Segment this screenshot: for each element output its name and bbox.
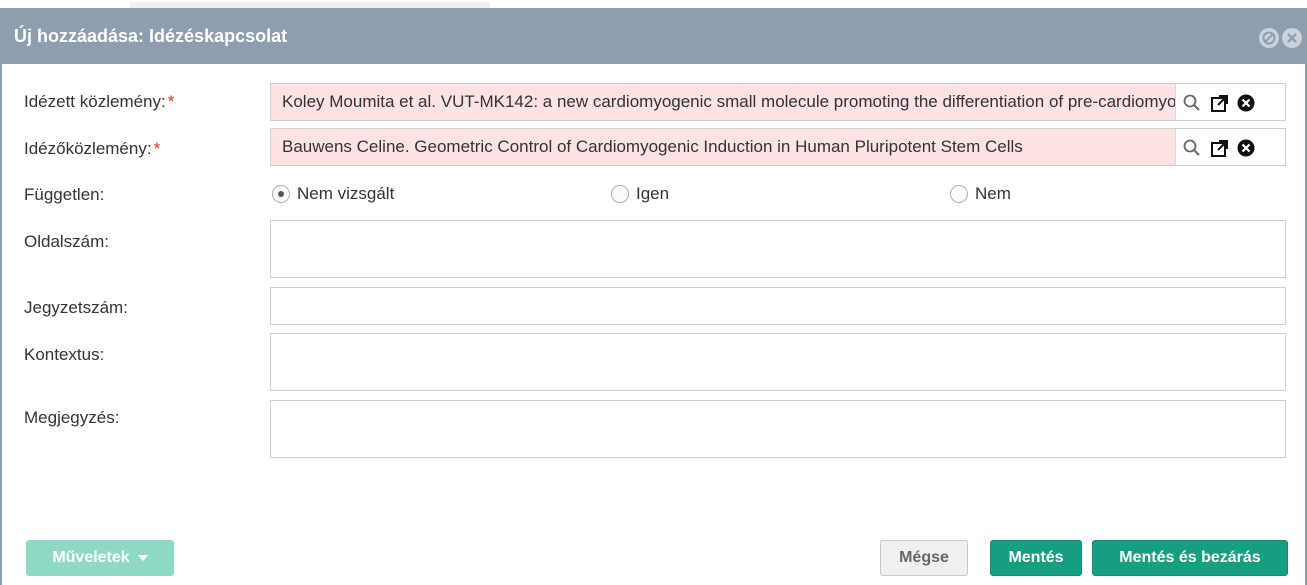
citing-publication-label-text: Idézőközlemény: xyxy=(24,139,152,158)
required-marker: * xyxy=(153,139,161,158)
citing-publication-field: Bauwens Celine. Geometric Control of Car… xyxy=(270,128,1286,166)
context-field[interactable] xyxy=(270,333,1286,391)
operations-button[interactable]: Műveletek xyxy=(26,540,174,576)
close-icon[interactable] xyxy=(1282,28,1302,48)
dialog-title-bar[interactable]: Új hozzáadása: Idézéskapcsolat xyxy=(0,8,1307,64)
search-icon[interactable] xyxy=(1182,93,1202,113)
dialog-title: Új hozzáadása: Idézéskapcsolat xyxy=(14,26,288,46)
radio-label: Nem vizsgált xyxy=(297,184,395,203)
note-number-label: Jegyzetszám: xyxy=(24,298,128,317)
required-marker: * xyxy=(167,92,175,111)
independent-label: Független: xyxy=(24,185,105,204)
radio-label: Nem xyxy=(975,184,1011,203)
radio-button-selected[interactable] xyxy=(272,185,290,203)
open-external-icon[interactable] xyxy=(1210,93,1230,113)
remark-label: Megjegyzés: xyxy=(24,408,120,427)
page-number-label: Oldalszám: xyxy=(24,232,110,251)
radio-button[interactable] xyxy=(950,185,968,203)
cited-publication-label-text: Idézett közlemény: xyxy=(24,92,166,111)
page-number-field[interactable] xyxy=(270,220,1286,278)
background-strip xyxy=(0,0,1307,8)
save-and-close-button[interactable]: Mentés és bezárás xyxy=(1092,540,1288,576)
citing-publication-value[interactable]: Bauwens Celine. Geometric Control of Car… xyxy=(271,129,1176,165)
caret-down-icon xyxy=(137,554,148,561)
clear-icon[interactable] xyxy=(1236,138,1256,158)
radio-button[interactable] xyxy=(611,185,629,203)
radio-label: Igen xyxy=(636,184,670,203)
note-number-field[interactable] xyxy=(270,287,1286,325)
context-label: Kontextus: xyxy=(24,345,105,364)
citing-publication-label: Idézőközlemény: * xyxy=(24,139,160,159)
clear-icon[interactable] xyxy=(1236,93,1256,113)
save-button[interactable]: Mentés xyxy=(990,540,1082,576)
cited-publication-label: Idézett közlemény: * xyxy=(24,92,174,112)
cited-publication-field: Koley Moumita et al. VUT-MK142: a new ca… xyxy=(270,83,1286,121)
search-icon[interactable] xyxy=(1182,138,1202,158)
cited-publication-value[interactable]: Koley Moumita et al. VUT-MK142: a new ca… xyxy=(271,84,1176,120)
minimize-icon[interactable] xyxy=(1259,28,1279,48)
operations-button-label: Műveletek xyxy=(52,549,130,566)
remark-field[interactable] xyxy=(270,400,1286,458)
open-external-icon[interactable] xyxy=(1210,138,1230,158)
cancel-button[interactable]: Mégse xyxy=(880,540,968,576)
